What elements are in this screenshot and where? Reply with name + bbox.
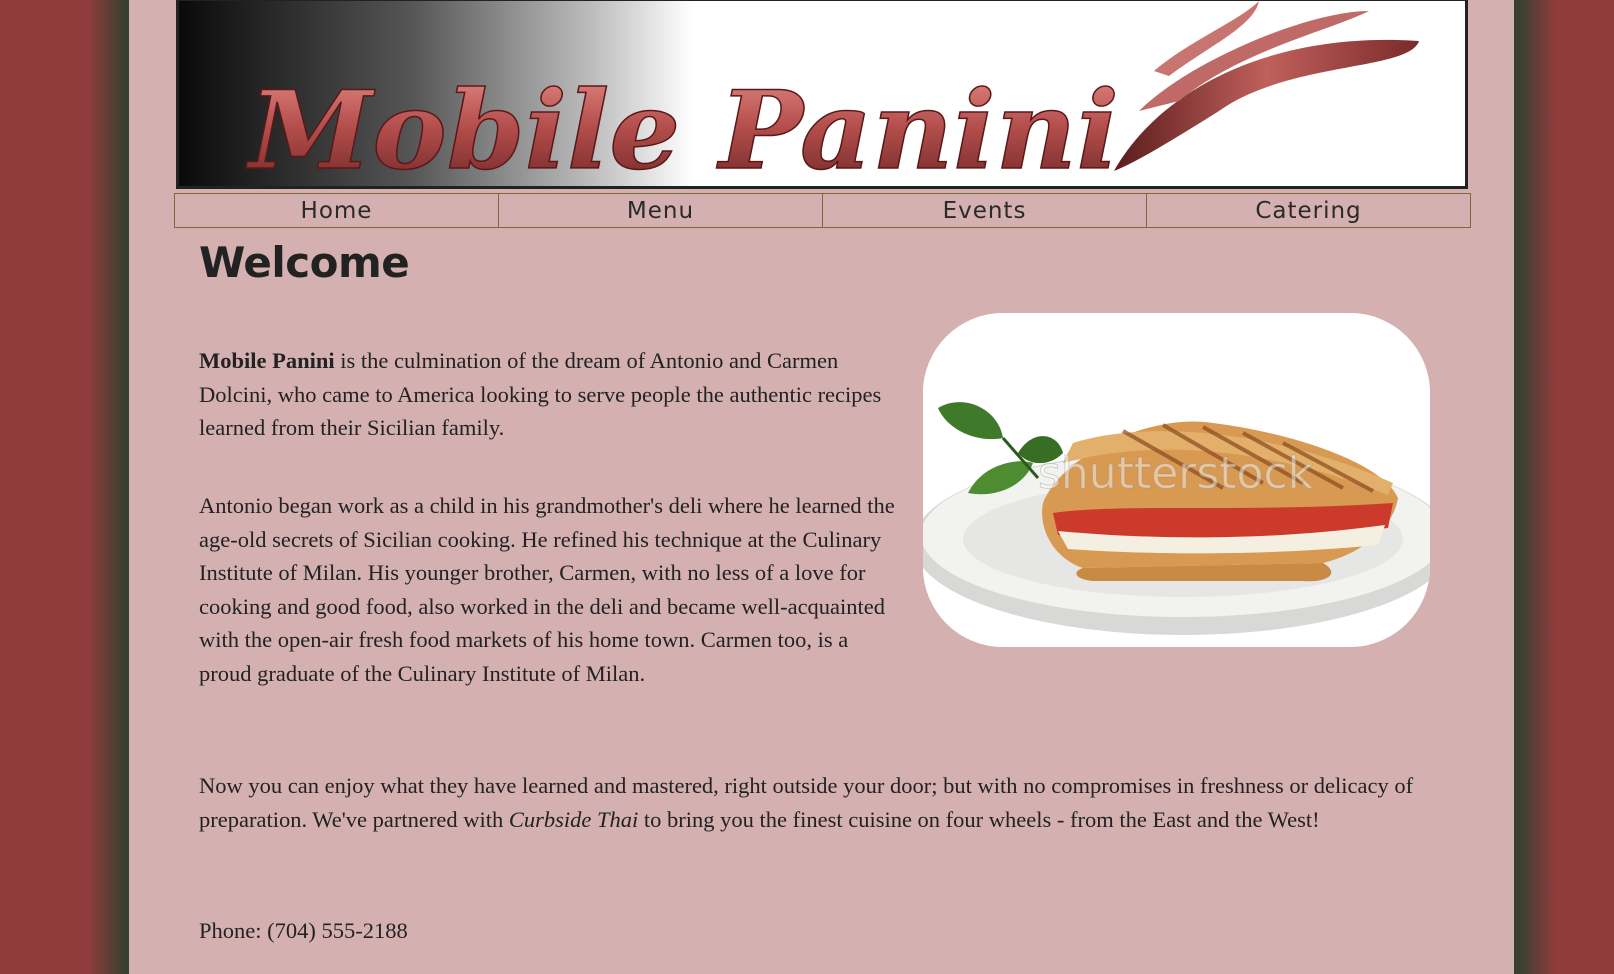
partner-name: Curbside Thai: [508, 806, 639, 832]
phone-number: Phone: (704) 555-2188: [199, 918, 408, 943]
panini-photo: shutterstock: [923, 313, 1430, 647]
site-banner[interactable]: Mobile Panini: [176, 0, 1468, 189]
history-paragraph: Antonio began work as a child in his gra…: [199, 493, 895, 686]
nav-events[interactable]: Events: [822, 193, 1147, 228]
nav-menu[interactable]: Menu: [498, 193, 823, 228]
intro-paragraph: Mobile Panini is the culmination of the …: [199, 344, 899, 445]
partner-paragraph: Now you can enjoy what they have learned…: [199, 769, 1429, 836]
partner-text-after: to bring you the finest cuisine on four …: [638, 806, 1320, 832]
nav-catering[interactable]: Catering: [1146, 193, 1471, 228]
watermark: shutterstock: [1038, 448, 1314, 499]
main-nav: Home Menu Events Catering: [174, 193, 1471, 228]
logo-text: Mobile Panini: [245, 68, 1119, 187]
brand-name: Mobile Panini: [199, 348, 335, 373]
panini-image: shutterstock: [923, 313, 1430, 647]
page-title: Welcome: [199, 238, 410, 287]
page-content: Mobile Panini Home Menu Events Catering …: [129, 0, 1514, 974]
nav-home[interactable]: Home: [174, 193, 499, 228]
logo: Mobile Panini: [244, 1, 1419, 187]
